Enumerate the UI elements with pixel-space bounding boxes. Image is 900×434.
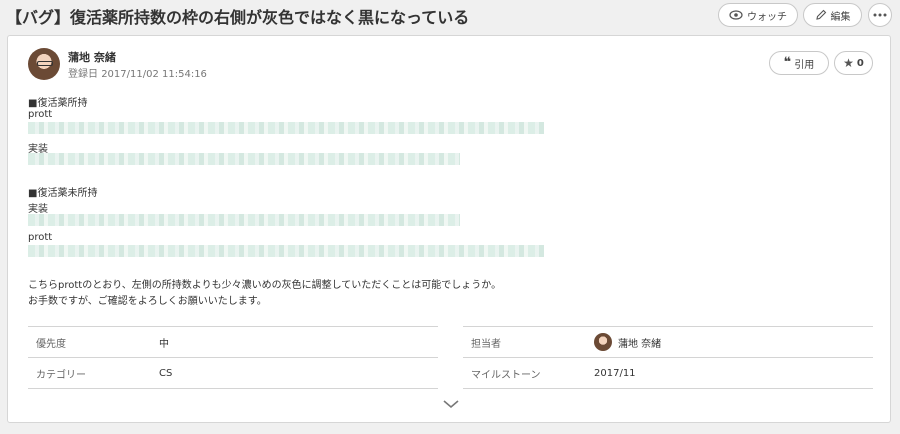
- created-date-value: 2017/11/02 11:54:16: [101, 69, 207, 80]
- redacted-link-2: [28, 153, 460, 165]
- edit-label: 編集: [830, 11, 851, 23]
- assignee-row: 担当者 蒲地 奈緒: [463, 326, 873, 357]
- impl-label-2: 実装: [28, 204, 48, 215]
- assignee-name: 蒲地 奈緒: [618, 338, 662, 350]
- redacted-link-1: [28, 122, 544, 134]
- star-button[interactable]: ★ 0: [834, 51, 873, 75]
- properties-divider-left: [28, 388, 438, 389]
- author-avatar[interactable]: [28, 48, 60, 80]
- created-date-label: 登録日: [68, 69, 98, 80]
- watch-label: ウォッチ: [747, 11, 787, 23]
- pencil-icon: [815, 9, 826, 20]
- redacted-link-4: [28, 245, 544, 257]
- milestone-row: マイルストーン 2017/11: [463, 357, 873, 388]
- section-heading-not-owned: ■復活薬未所持: [28, 188, 98, 199]
- prott-label-2: prott: [28, 232, 53, 243]
- priority-value: 中: [159, 338, 169, 350]
- request-text-2: お手数ですが、ご確認をよろしくお願いいたします。: [28, 296, 267, 307]
- milestone-value[interactable]: 2017/11: [594, 368, 636, 379]
- star-icon: ★: [843, 56, 854, 70]
- edit-button[interactable]: 編集: [803, 3, 862, 27]
- issue-title: 【バグ】復活薬所持数の枠の右側が灰色ではなく黒になっている: [6, 8, 470, 27]
- assignee-avatar: [594, 333, 612, 351]
- section-heading-owned: ■復活薬所持: [28, 98, 88, 109]
- assignee-label: 担当者: [471, 338, 501, 350]
- redacted-link-3: [28, 214, 460, 226]
- category-row: カテゴリー CS: [28, 357, 438, 388]
- quote-label: 引用: [794, 59, 815, 71]
- quote-icon: ❝: [783, 55, 792, 70]
- properties-divider-right: [463, 388, 873, 389]
- chevron-down-icon[interactable]: [442, 398, 460, 410]
- more-options-button[interactable]: [868, 3, 892, 27]
- quote-button[interactable]: ❝ 引用: [769, 51, 829, 75]
- assignee-value[interactable]: 蒲地 奈緒: [594, 333, 661, 351]
- priority-row: 優先度 中: [28, 326, 438, 357]
- watch-button[interactable]: ウォッチ: [718, 3, 798, 27]
- priority-label: 優先度: [36, 338, 66, 350]
- category-label: カテゴリー: [36, 369, 86, 381]
- issue-header: 【バグ】復活薬所持数の枠の右側が灰色ではなく黒になっている ウォッチ 編集: [0, 0, 900, 32]
- category-value: CS: [159, 367, 173, 379]
- star-count: 0: [856, 57, 864, 69]
- more-dots-icon: [873, 13, 887, 17]
- prott-label-1: prott: [28, 109, 53, 120]
- author-name[interactable]: 蒲地 奈緒: [68, 49, 116, 65]
- eye-icon: [729, 10, 743, 20]
- request-text-1: こちらprottのとおり、左側の所持数よりも少々濃いめの灰色に調整していただくこ…: [28, 280, 502, 291]
- created-date: 登録日 2017/11/02 11:54:16: [68, 65, 207, 80]
- issue-card: 蒲地 奈緒 登録日 2017/11/02 11:54:16 ❝ 引用 ★ 0 ■…: [7, 35, 891, 423]
- milestone-label: マイルストーン: [471, 369, 541, 381]
